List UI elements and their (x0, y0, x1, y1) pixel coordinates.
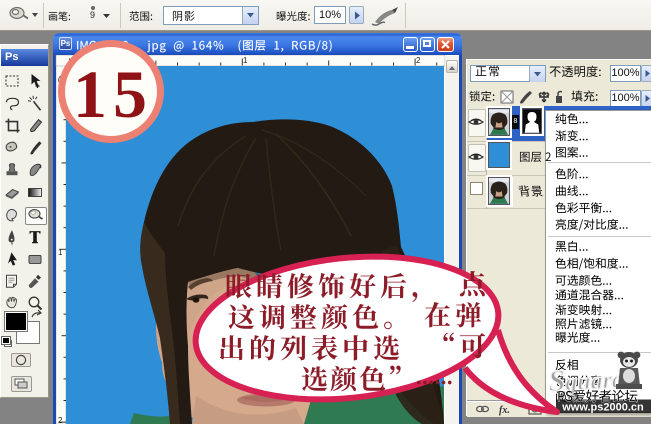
svg-text:1: 1 (58, 248, 63, 257)
svg-text:2: 2 (58, 416, 63, 424)
svg-text:2: 2 (416, 56, 421, 65)
svg-text:1: 1 (243, 56, 248, 65)
